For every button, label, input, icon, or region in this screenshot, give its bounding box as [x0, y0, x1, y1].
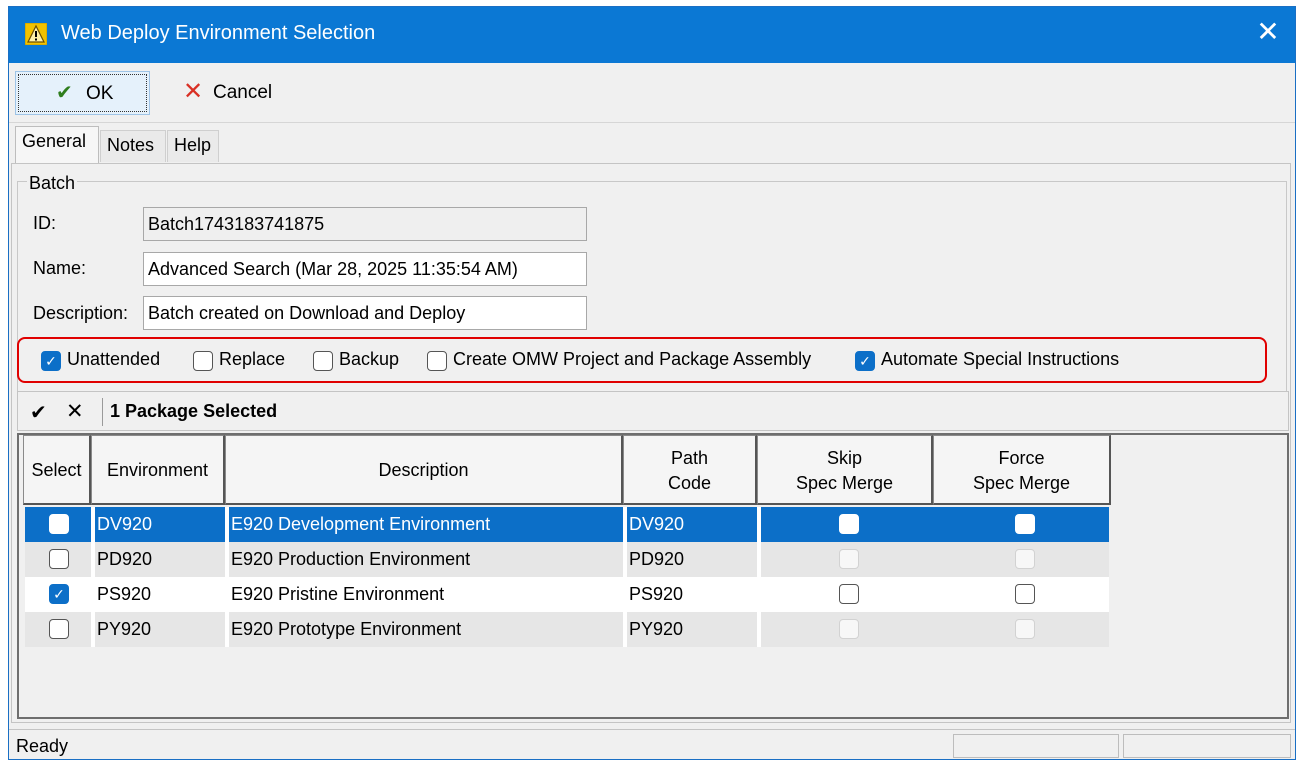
status-bar: Ready: [9, 729, 1295, 759]
toolbar: ✔ OK ✕ Cancel: [9, 63, 1295, 123]
column-header-path-code[interactable]: Path Code: [623, 435, 757, 505]
selection-bar-separator: [102, 398, 103, 426]
skip-spec-merge-checkbox[interactable]: [839, 514, 859, 534]
path-code-cell: PD920: [629, 549, 685, 569]
row-select-checkbox[interactable]: [49, 549, 69, 569]
cancel-label: Cancel: [213, 82, 273, 103]
path-code-cell: PY920: [629, 619, 684, 639]
title-bar[interactable]: Web Deploy Environment Selection ✕: [9, 7, 1295, 63]
environment-cell: PS920: [97, 584, 152, 604]
checkbox-empty-icon: [427, 351, 447, 371]
tab-help[interactable]: Help: [167, 130, 219, 162]
environment-grid: Select Environment Description Path Code…: [17, 433, 1289, 719]
ok-button[interactable]: ✔ OK: [15, 71, 150, 115]
id-field[interactable]: Batch1743183741875: [143, 207, 587, 241]
row-select-checkbox[interactable]: [49, 619, 69, 639]
environment-cell: PD920: [97, 549, 153, 569]
options-row: ✓ Unattended Replace Backup Create OMW P…: [17, 337, 1267, 383]
column-header-environment[interactable]: Environment: [91, 435, 225, 505]
status-text: Ready: [11, 734, 949, 758]
checkbox-empty-icon: [193, 351, 213, 371]
column-header-force-spec-merge[interactable]: Force Spec Merge: [933, 435, 1111, 505]
description-cell: E920 Production Environment: [231, 549, 471, 569]
skip-spec-merge-checkbox: [839, 549, 859, 569]
force-spec-merge-checkbox: [1015, 549, 1035, 569]
description-cell: E920 Prototype Environment: [231, 619, 462, 639]
row-select-checkbox[interactable]: ✓: [49, 584, 69, 604]
checkbox-empty-icon: [313, 351, 333, 371]
batch-group-title: Batch: [27, 173, 78, 194]
skip-spec-merge-checkbox[interactable]: [839, 584, 859, 604]
name-label: Name:: [33, 258, 87, 278]
status-pane-3: [1123, 734, 1291, 758]
column-header-select[interactable]: Select: [23, 435, 91, 505]
row-select-checkbox[interactable]: [49, 514, 69, 534]
deselect-all-x-icon[interactable]: ✕: [66, 399, 84, 424]
skip-spec-merge-checkbox: [839, 619, 859, 639]
description-cell: E920 Pristine Environment: [231, 584, 445, 604]
dialog-window: Web Deploy Environment Selection ✕ ✔ OK …: [8, 6, 1296, 760]
selection-bar: ✔ ✕ 1 Package Selected: [17, 391, 1289, 431]
table-row[interactable]: PD920 E920 Production Environment PD920: [25, 542, 1109, 577]
force-spec-merge-checkbox: [1015, 619, 1035, 639]
force-spec-merge-checkbox[interactable]: [1015, 584, 1035, 604]
tab-notes[interactable]: Notes: [100, 130, 166, 162]
column-header-description[interactable]: Description: [225, 435, 623, 505]
checkbox-checked-icon: ✓: [41, 351, 61, 371]
path-code-cell: DV920: [629, 514, 685, 534]
checkmark-icon: ✔: [56, 82, 73, 104]
status-pane-2: [953, 734, 1119, 758]
description-field[interactable]: Batch created on Download and Deploy: [143, 296, 587, 330]
table-row[interactable]: PY920 E920 Prototype Environment PY920: [25, 612, 1109, 647]
table-row[interactable]: ✓ PS920 E920 Pristine Environment PS920: [25, 577, 1109, 612]
tab-strip: General Notes Help: [9, 124, 1295, 164]
description-cell: E920 Development Environment: [231, 514, 491, 534]
warning-triangle-icon: [25, 23, 47, 45]
cancel-button[interactable]: ✕ Cancel: [173, 71, 293, 115]
name-field[interactable]: Advanced Search (Mar 28, 2025 11:35:54 A…: [143, 252, 587, 286]
environment-cell: DV920: [97, 514, 153, 534]
force-spec-merge-checkbox[interactable]: [1015, 514, 1035, 534]
table-row[interactable]: DV920 E920 Development Environment DV920: [25, 507, 1109, 542]
tab-general[interactable]: General: [15, 126, 99, 164]
window-title: Web Deploy Environment Selection: [61, 22, 376, 44]
close-icon[interactable]: ✕: [1253, 17, 1283, 47]
checkbox-checked-icon: ✓: [855, 351, 875, 371]
ok-label: OK: [86, 83, 114, 104]
environment-cell: PY920: [97, 619, 152, 639]
select-all-checkmark-icon[interactable]: ✔: [30, 400, 47, 425]
x-icon: ✕: [183, 78, 204, 105]
path-code-cell: PS920: [629, 584, 684, 604]
selection-count: 1 Package Selected: [110, 401, 278, 421]
description-label: Description:: [33, 303, 129, 323]
column-header-skip-spec-merge[interactable]: Skip Spec Merge: [757, 435, 933, 505]
id-label: ID:: [33, 213, 57, 233]
